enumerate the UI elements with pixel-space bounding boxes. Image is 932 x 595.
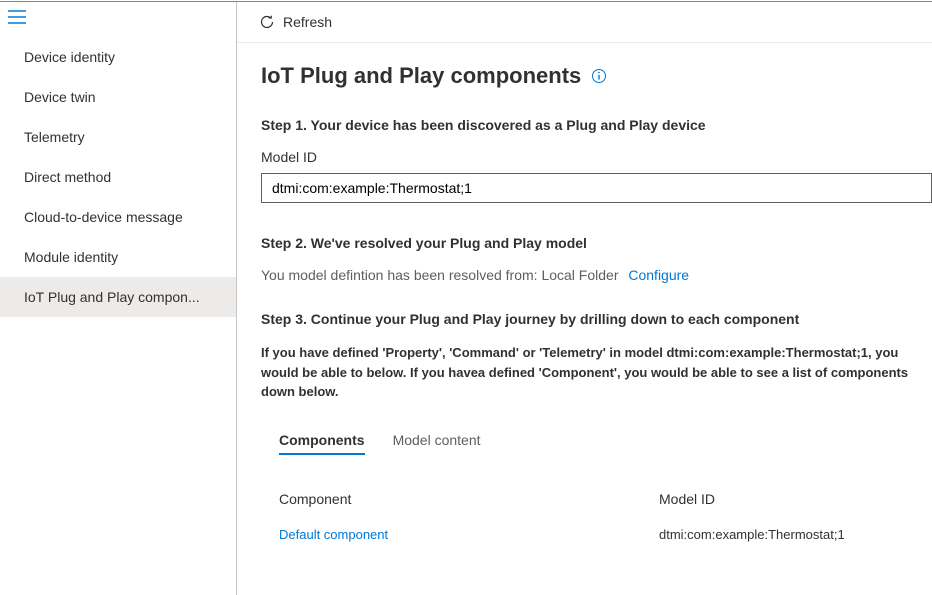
content-pane: Refresh IoT Plug and Play components Ste… <box>237 2 932 595</box>
model-id-label: Model ID <box>261 149 932 165</box>
table-header: Component Model ID <box>279 481 932 517</box>
tab-components[interactable]: Components <box>279 426 365 454</box>
step-2-resolve-line: You model defintion has been resolved fr… <box>261 267 932 283</box>
step-2-section: Step 2. We've resolved your Plug and Pla… <box>261 235 932 283</box>
tabs: Components Model content <box>279 426 932 455</box>
page-title-container: IoT Plug and Play components <box>261 63 932 89</box>
step-3-description: If you have defined 'Property', 'Command… <box>261 343 932 402</box>
step-3-heading: Step 3. Continue your Plug and Play jour… <box>261 311 932 327</box>
model-id-input[interactable] <box>261 173 932 203</box>
sidebar-nav: Device identity Device twin Telemetry Di… <box>0 37 236 317</box>
refresh-button[interactable]: Refresh <box>251 10 340 34</box>
table-header-model-id: Model ID <box>659 491 932 507</box>
refresh-label: Refresh <box>283 14 332 30</box>
tab-model-content[interactable]: Model content <box>393 426 481 454</box>
toolbar: Refresh <box>237 2 932 43</box>
sidebar-item-device-identity[interactable]: Device identity <box>0 37 236 77</box>
step-3-section: Step 3. Continue your Plug and Play jour… <box>261 311 932 552</box>
component-link[interactable]: Default component <box>279 527 659 542</box>
step-1-heading: Step 1. Your device has been discovered … <box>261 117 932 133</box>
configure-link[interactable]: Configure <box>628 267 689 283</box>
step-2-heading: Step 2. We've resolved your Plug and Pla… <box>261 235 932 251</box>
sidebar-item-device-twin[interactable]: Device twin <box>0 77 236 117</box>
main-layout: Device identity Device twin Telemetry Di… <box>0 2 932 595</box>
sidebar: Device identity Device twin Telemetry Di… <box>0 2 237 595</box>
page-title: IoT Plug and Play components <box>261 63 581 89</box>
components-table: Component Model ID Default component dtm… <box>279 481 932 552</box>
table-row: Default component dtmi:com:example:Therm… <box>279 517 932 552</box>
sidebar-item-direct-method[interactable]: Direct method <box>0 157 236 197</box>
table-header-component: Component <box>279 491 659 507</box>
content-body: IoT Plug and Play components Step 1. You… <box>237 43 932 595</box>
sidebar-item-cloud-to-device-message[interactable]: Cloud-to-device message <box>0 197 236 237</box>
sidebar-item-iot-plug-and-play-components[interactable]: IoT Plug and Play compon... <box>0 277 236 317</box>
refresh-icon <box>259 14 275 30</box>
hamburger-icon <box>8 10 26 24</box>
sidebar-item-module-identity[interactable]: Module identity <box>0 237 236 277</box>
info-icon[interactable] <box>591 68 607 84</box>
menu-toggle-button[interactable] <box>0 6 34 37</box>
step-1-section: Step 1. Your device has been discovered … <box>261 117 932 227</box>
sidebar-item-telemetry[interactable]: Telemetry <box>0 117 236 157</box>
step-2-resolved-text: You model defintion has been resolved fr… <box>261 267 618 283</box>
component-model-id: dtmi:com:example:Thermostat;1 <box>659 527 932 542</box>
